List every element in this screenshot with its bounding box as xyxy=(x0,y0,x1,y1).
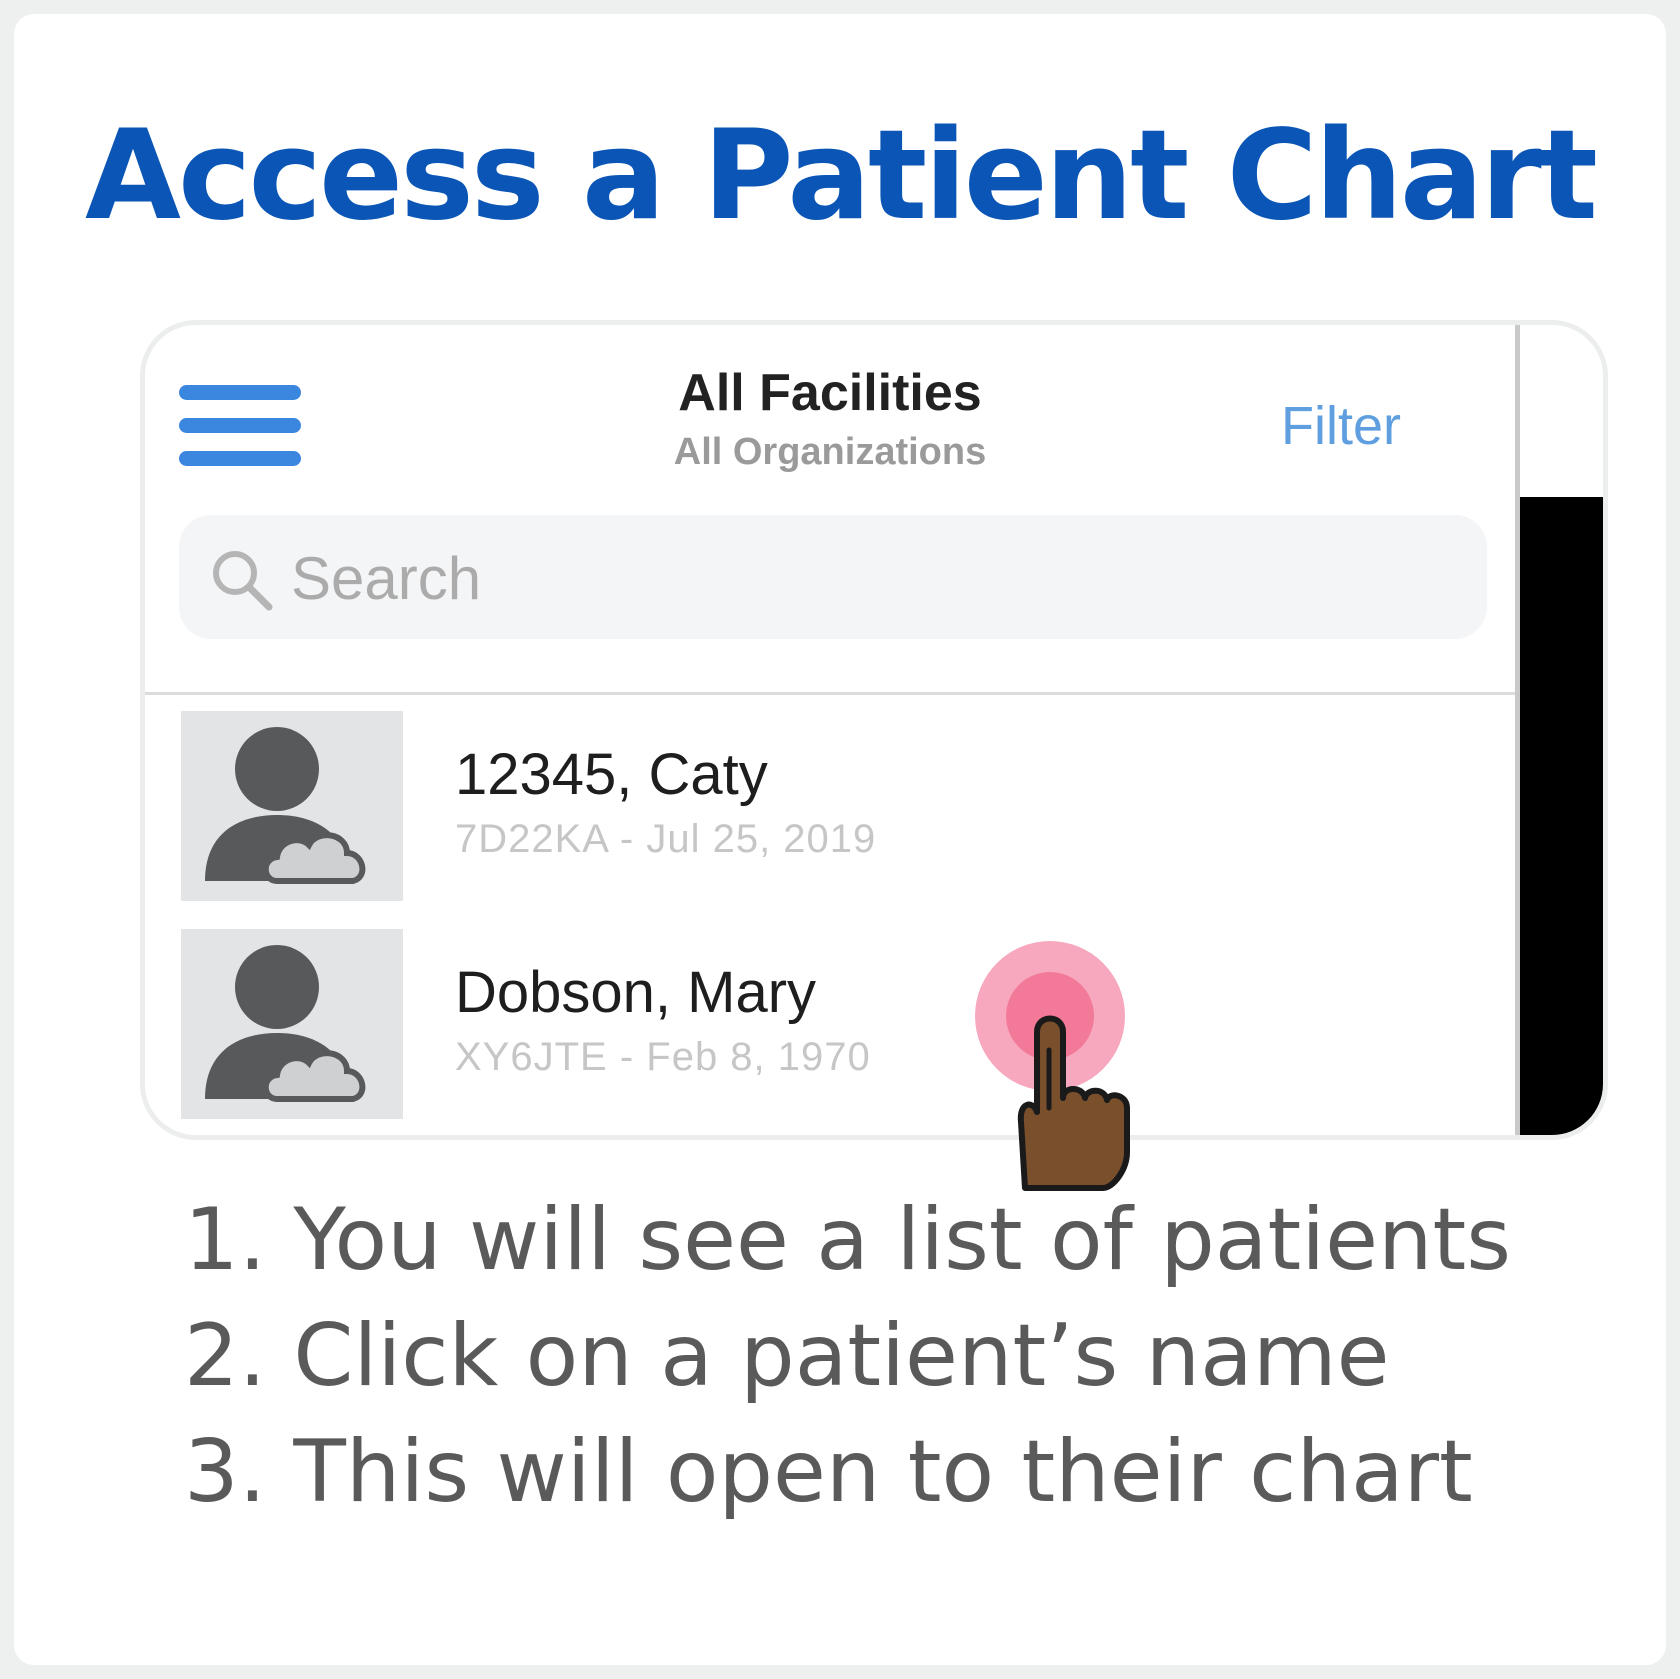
list-divider xyxy=(145,692,1515,695)
filter-button[interactable]: Filter xyxy=(1281,395,1401,457)
patient-id-dob: XY6JTE - Feb 8, 1970 xyxy=(455,1035,871,1079)
patient-list-screen: All Facilities All Organizations Filter xyxy=(145,325,1515,1135)
search-input[interactable] xyxy=(289,537,1193,619)
scrollbar-thumb[interactable] xyxy=(1520,497,1603,1135)
patient-row[interactable]: Dobson, Mary XY6JTE - Feb 8, 1970 xyxy=(145,915,1515,1119)
instruction-card: Access a Patient Chart All Facilities Al… xyxy=(14,14,1666,1665)
patient-name: Dobson, Mary xyxy=(455,960,817,1025)
step-3: 3. This will open to their chart xyxy=(184,1422,1473,1522)
patient-avatar-icon xyxy=(181,711,403,901)
scrollbar[interactable] xyxy=(1515,325,1603,1135)
patient-name: 12345, Caty xyxy=(455,742,768,807)
step-2: 2. Click on a patient’s name xyxy=(184,1306,1390,1406)
patient-avatar-icon xyxy=(181,929,403,1119)
instruction-steps: 1. You will see a list of patients 2. Cl… xyxy=(184,1182,1511,1530)
step-1: 1. You will see a list of patients xyxy=(184,1190,1512,1290)
patient-row[interactable]: 12345, Caty 7D22KA - Jul 25, 2019 xyxy=(145,697,1515,901)
search-bar[interactable] xyxy=(179,515,1487,639)
page-title: Access a Patient Chart xyxy=(85,104,1598,248)
patient-id-dob: 7D22KA - Jul 25, 2019 xyxy=(455,817,877,861)
app-screenshot: All Facilities All Organizations Filter xyxy=(140,320,1608,1140)
pointing-hand-icon xyxy=(1017,1015,1130,1191)
search-icon xyxy=(213,551,273,611)
